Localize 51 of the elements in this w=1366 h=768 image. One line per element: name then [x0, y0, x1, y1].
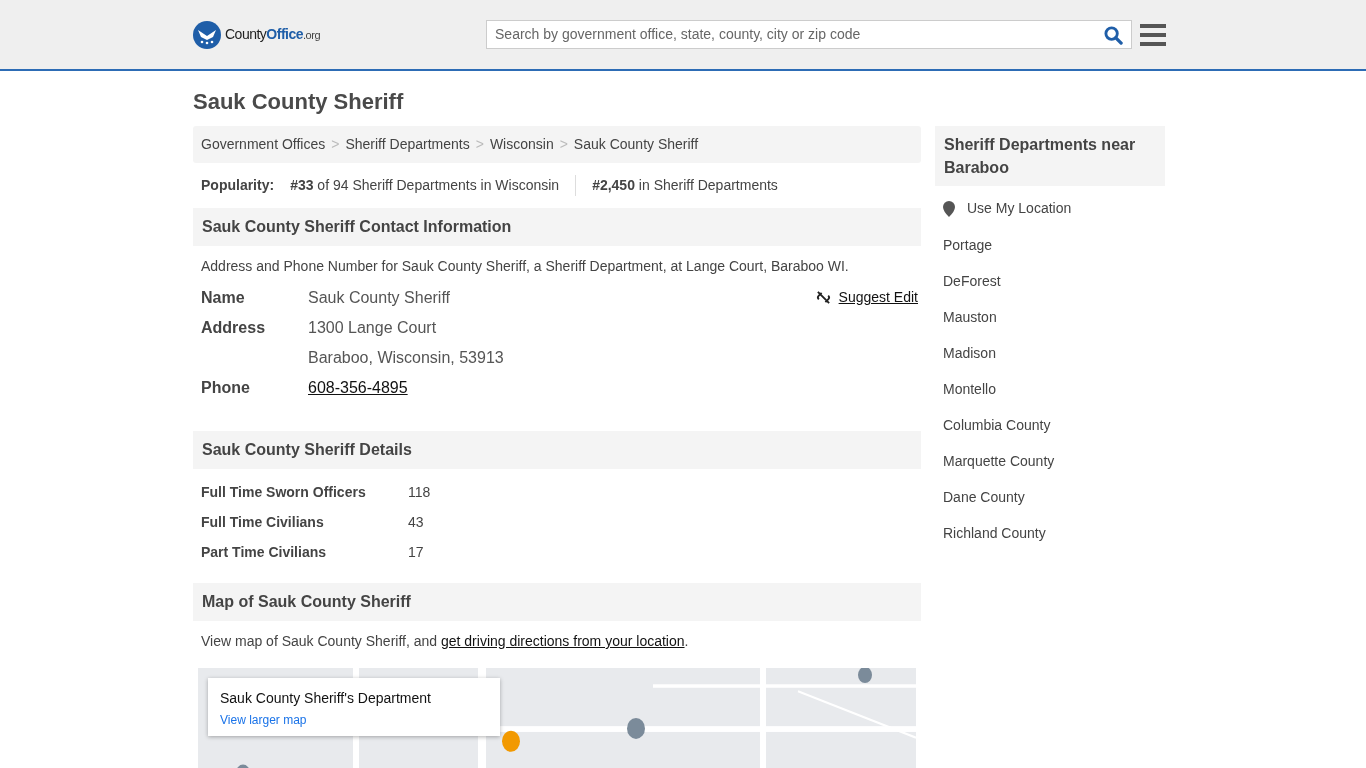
sidebar-heading: Sheriff Departments near Baraboo — [935, 126, 1165, 186]
field-value: Baraboo, Wisconsin, 53913 — [308, 348, 504, 368]
nearby-link[interactable]: Montello — [943, 379, 996, 400]
menu-icon[interactable] — [1140, 22, 1166, 47]
field-value: Sauk County Sheriff — [308, 288, 450, 308]
popularity-label: Popularity: — [201, 176, 275, 195]
page-title: Sauk County Sheriff — [193, 88, 405, 116]
breadcrumb-separator: > — [475, 135, 484, 154]
place-name: Sauk County Sheriff's Department — [220, 689, 432, 708]
location-pin-icon — [943, 200, 955, 217]
breadcrumb-link[interactable]: Sauk County Sheriff — [573, 134, 699, 155]
detail-value: 118 — [408, 482, 431, 502]
logo-text: CountyOffice.org — [225, 25, 320, 44]
suggest-edit-link[interactable]: Suggest Edit — [815, 287, 918, 308]
nearby-link[interactable]: Madison — [943, 343, 996, 364]
section-heading: Sauk County Sheriff Details — [193, 431, 921, 469]
search-bar[interactable]: Search by government office, state, county, city or zip code — [486, 20, 1132, 49]
nearby-link[interactable]: Columbia County — [943, 415, 1051, 436]
nearby-link[interactable]: Marquette County — [943, 451, 1055, 472]
field-label: Name — [201, 288, 246, 308]
breadcrumb-link[interactable]: Sheriff Departments — [345, 134, 470, 155]
popularity-rank: #2,450 in Sheriff Departments — [575, 175, 778, 196]
intro-text: Address and Phone Number for Sauk County Sheriff, a Sheriff Department, at Lange Court, Baraboo WI. — [200, 257, 850, 276]
use-location-link[interactable]: Use My Location — [967, 198, 1072, 219]
breadcrumb-separator: > — [331, 135, 340, 154]
nearby-link[interactable]: Richland County — [943, 523, 1046, 544]
breadcrumb-separator: > — [559, 135, 568, 154]
intro-text: View map of Sauk County Sheriff, and get driving directions from your location. — [200, 632, 690, 651]
nearby-link[interactable]: Dane County — [943, 487, 1025, 508]
breadcrumb-link[interactable]: Wisconsin — [489, 134, 554, 155]
detail-label: Full Time Civilians — [201, 512, 325, 532]
nearby-link[interactable]: DeForest — [943, 271, 1001, 292]
field-label: Phone — [201, 378, 251, 398]
detail-label: Part Time Civilians — [201, 542, 327, 562]
directions-link[interactable]: get driving directions from your location — [440, 633, 685, 649]
nearby-link[interactable]: Mauston — [943, 307, 997, 328]
nearby-link[interactable]: Portage — [943, 235, 993, 256]
field-value: 1300 Lange Court — [308, 318, 437, 338]
phone-link[interactable]: 608-356-4895 — [308, 376, 408, 400]
logo[interactable]: CountyOffice.org — [193, 20, 320, 49]
view-larger-map-link[interactable]: View larger map — [220, 711, 307, 729]
detail-value: 43 — [408, 512, 424, 532]
detail-value: 17 — [408, 542, 424, 562]
section-heading: Map of Sauk County Sheriff — [193, 583, 921, 621]
breadcrumb-link[interactable]: Government Offices — [201, 134, 326, 155]
section-heading: Sauk County Sheriff Contact Information — [193, 208, 921, 246]
detail-label: Full Time Sworn Officers — [201, 482, 367, 502]
broken-link-icon — [815, 290, 831, 305]
field-label: Address — [201, 318, 267, 338]
popularity-rank: #33 of 94 Sheriff Departments in Wisconsin — [290, 176, 561, 195]
eagle-logo-icon — [193, 20, 221, 49]
